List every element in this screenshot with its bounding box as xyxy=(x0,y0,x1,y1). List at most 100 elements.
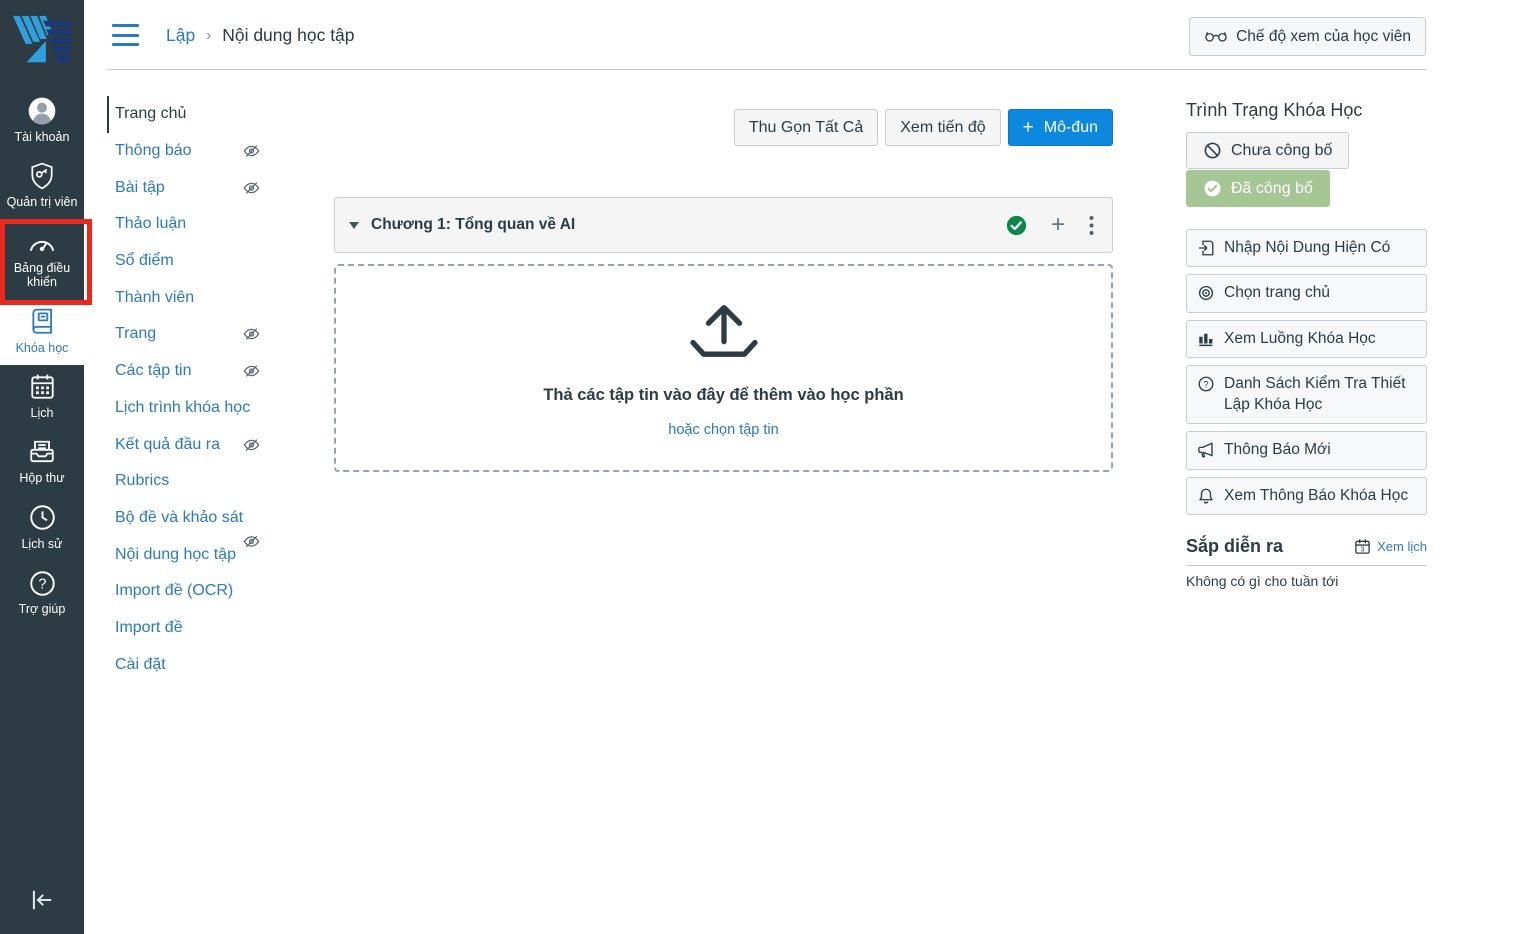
help-icon: ? xyxy=(29,569,56,597)
glasses-icon xyxy=(1204,30,1228,43)
breadcrumb: Lập › Nội dung học tập xyxy=(166,25,355,46)
import-content-icon xyxy=(1197,239,1215,257)
view-calendar-link[interactable]: Xem lịch xyxy=(1377,539,1427,554)
shield-key-icon xyxy=(29,162,55,190)
course-nav-announcements[interactable]: Thông báo xyxy=(107,133,317,170)
course-nav-assignments[interactable]: Bài tập xyxy=(107,169,317,206)
student-view-button[interactable]: Chế độ xem của học viên xyxy=(1189,17,1426,56)
course-nav-grades[interactable]: Sổ điểm xyxy=(107,243,317,280)
canvas-lms-page: Tài khoản Quản trị viên Bảng điều khiển … xyxy=(0,0,1529,934)
svg-text:3: 3 xyxy=(1361,546,1365,554)
course-nav-settings[interactable]: Cài đặt xyxy=(107,646,317,683)
import-content-button[interactable]: Nhập Nội Dung Hiện Có xyxy=(1186,229,1427,267)
hidden-eye-icon xyxy=(243,533,260,550)
publish-button[interactable]: Đã công bố xyxy=(1186,170,1330,207)
file-drop-zone[interactable]: Thả các tập tin vào đây để thêm vào học … xyxy=(334,264,1113,472)
modules-area: Thu Gọn Tất Cả Xem tiến độ + Mô-đun Chươ… xyxy=(334,109,1113,472)
sidebar-item-account[interactable]: Tài khoản xyxy=(0,89,84,154)
ban-icon xyxy=(1203,141,1222,160)
module-title: Chương 1: Tổng quan về AI xyxy=(371,216,575,234)
course-nav-quizzes[interactable]: Bộ đề và khảo sát xyxy=(107,500,317,537)
dropzone-title: Thả các tập tin vào đây để thêm vào học … xyxy=(543,386,903,405)
choose-files-link[interactable]: hoặc chọn tập tin xyxy=(668,422,778,438)
course-status-heading: Trình Trạng Khóa Học xyxy=(1186,100,1427,121)
add-module-button[interactable]: + Mô-đun xyxy=(1008,109,1113,146)
setup-checklist-button[interactable]: ? Danh Sách Kiểm Tra Thiết Lập Khóa Học xyxy=(1186,365,1427,424)
sidebar-item-label: Lịch sử xyxy=(21,537,62,551)
global-nav: Tài khoản Quản trị viên Bảng điều khiển … xyxy=(0,0,84,934)
hamburger-menu-icon[interactable] xyxy=(112,24,139,46)
add-item-plus-icon[interactable]: + xyxy=(1051,213,1065,237)
calendar-icon xyxy=(29,373,56,401)
hidden-eye-icon xyxy=(243,326,260,343)
hidden-eye-icon xyxy=(243,179,260,196)
course-nav-rubrics[interactable]: Rubrics xyxy=(107,463,317,500)
logo-icon xyxy=(11,12,73,68)
question-circle-icon: ? xyxy=(1197,375,1215,393)
institution-logo[interactable] xyxy=(11,0,73,89)
sidebar-item-help[interactable]: ? Trợ giúp xyxy=(0,561,84,626)
sidebar-item-admin[interactable]: Quản trị viên xyxy=(0,154,84,219)
module-published-check-icon[interactable] xyxy=(1006,215,1027,236)
coming-up-section: Sắp diễn ra 3 Xem lịch Không có gì cho t… xyxy=(1186,536,1427,589)
course-nav-import[interactable]: Import đề xyxy=(107,610,317,647)
module-kebab-menu-icon[interactable] xyxy=(1089,215,1094,236)
course-nav-modules[interactable]: Nội dung học tập xyxy=(107,536,317,573)
header-divider xyxy=(107,69,1427,70)
module-header: Chương 1: Tổng quan về AI + xyxy=(334,197,1113,253)
course-nav-home[interactable]: Trang chủ xyxy=(107,96,317,133)
view-notifications-button[interactable]: Xem Thông Báo Khóa Học xyxy=(1186,477,1427,515)
breadcrumb-current-page: Nội dung học tập xyxy=(222,25,354,46)
course-nav-syllabus[interactable]: Lịch trình khóa học xyxy=(107,390,317,427)
inbox-icon xyxy=(28,438,56,466)
collapse-arrow-icon xyxy=(27,887,57,913)
collapse-all-button[interactable]: Thu Gọn Tất Cả xyxy=(734,109,878,146)
sidebar-item-label: Hộp thư xyxy=(19,471,64,485)
coming-up-empty-text: Không có gì cho tuần tới xyxy=(1186,573,1427,589)
sidebar-item-inbox[interactable]: Hộp thư xyxy=(0,430,84,495)
student-view-label: Chế độ xem của học viên xyxy=(1236,28,1411,46)
new-announcement-button[interactable]: Thông Báo Mới xyxy=(1186,431,1427,469)
course-actions: Nhập Nội Dung Hiện Có Chọn trang chủ Xem… xyxy=(1186,229,1427,515)
megaphone-icon xyxy=(1197,441,1215,459)
hidden-eye-icon xyxy=(243,363,260,380)
sidebar-item-history[interactable]: Lịch sử xyxy=(0,496,84,561)
hidden-eye-icon xyxy=(243,143,260,160)
view-progress-button[interactable]: Xem tiến độ xyxy=(885,109,1000,146)
hidden-eye-icon xyxy=(243,436,260,453)
sidebar-item-label: Lịch xyxy=(31,406,54,420)
clock-icon xyxy=(29,504,56,532)
plus-icon: + xyxy=(1023,117,1034,139)
sidebar-item-label: Khóa học xyxy=(16,341,69,355)
bar-chart-icon xyxy=(1197,330,1215,348)
breadcrumb-separator: › xyxy=(206,27,211,44)
bell-icon xyxy=(1197,487,1215,505)
course-nav-files[interactable]: Các tập tin xyxy=(107,353,317,390)
collapse-nav-button[interactable] xyxy=(7,881,77,924)
modules-toolbar: Thu Gọn Tất Cả Xem tiến độ + Mô-đun xyxy=(334,109,1113,146)
target-icon xyxy=(1197,284,1215,302)
svg-text:?: ? xyxy=(38,576,46,592)
unpublish-button[interactable]: Chưa công bố xyxy=(1186,132,1349,169)
user-icon xyxy=(26,97,58,125)
check-circle-icon xyxy=(1203,179,1222,198)
collapse-module-caret-icon[interactable] xyxy=(349,222,359,229)
calendar-day-icon: 3 xyxy=(1354,538,1371,555)
sidebar-item-courses[interactable]: Khóa học xyxy=(0,300,84,365)
choose-home-page-button[interactable]: Chọn trang chủ xyxy=(1186,274,1427,312)
sidebar-item-calendar[interactable]: Lịch xyxy=(0,365,84,430)
dashboard-gauge-icon xyxy=(27,228,57,256)
coming-up-heading: Sắp diễn ra xyxy=(1186,536,1283,557)
sidebar-item-dashboard[interactable]: Bảng điều khiển xyxy=(0,220,84,300)
course-nav-pages[interactable]: Trang xyxy=(107,316,317,353)
svg-text:?: ? xyxy=(1203,380,1208,390)
course-nav-outcomes[interactable]: Kết quả đầu ra xyxy=(107,426,317,463)
sidebar-item-label: Tài khoản xyxy=(15,130,70,144)
course-nav-discussions[interactable]: Thảo luận xyxy=(107,206,317,243)
course-nav-people[interactable]: Thành viên xyxy=(107,279,317,316)
course-nav-import-ocr[interactable]: Import đề (OCR) xyxy=(107,573,317,610)
coming-up-divider xyxy=(1186,565,1427,566)
sidebar-item-label: Bảng điều khiển xyxy=(2,261,82,290)
course-stream-button[interactable]: Xem Luồng Khóa Học xyxy=(1186,320,1427,358)
breadcrumb-course-link[interactable]: Lập xyxy=(166,25,195,46)
